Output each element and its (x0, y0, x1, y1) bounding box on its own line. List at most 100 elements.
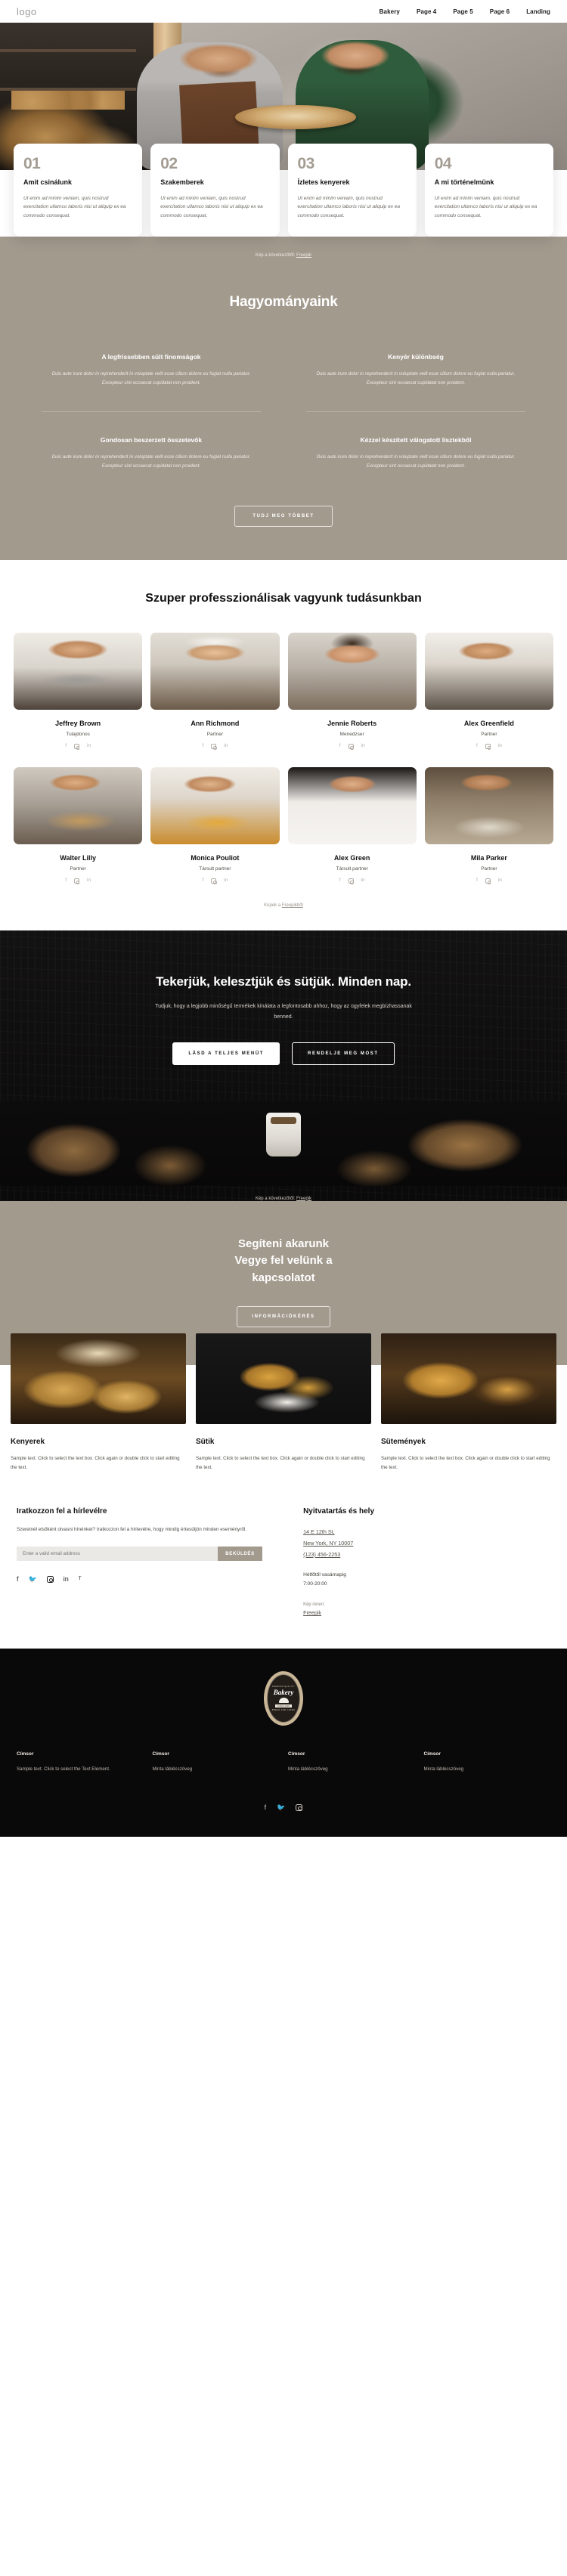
nav-item-page-5[interactable]: Page 5 (453, 8, 472, 15)
badge-brand-name: Bakery (273, 1689, 294, 1697)
team-member-role: Tulajdonos (66, 732, 90, 738)
team-member-social: f in (150, 744, 279, 750)
instagram-icon[interactable] (485, 878, 491, 884)
learn-more-button[interactable]: TUDJ MEG TÖBBET (234, 506, 333, 528)
nav-item-bakery[interactable]: Bakery (380, 8, 400, 15)
team-member[interactable]: Ann Richmond Partner f in (150, 633, 280, 750)
twitter-icon[interactable]: 🐦 (277, 1804, 285, 1811)
hours-block: Nyitvatartás és hely 14 E 12th St, New Y… (303, 1507, 550, 1619)
address-line-2[interactable]: New York, NY 10007 (303, 1537, 550, 1549)
view-menu-button[interactable]: LÁSD A TELJES MENÜT (172, 1042, 280, 1065)
linkedin-icon[interactable]: in (498, 744, 502, 749)
subscribe-button[interactable]: BEKÜLDÉS (218, 1547, 262, 1562)
team-title: Szuper professzionálisak vagyunk tudásun… (145, 592, 422, 605)
coffee-cup (266, 1113, 301, 1157)
phone-number[interactable]: (123) 456-2253 (303, 1549, 550, 1560)
facebook-icon[interactable]: f (65, 878, 67, 884)
footer-column-heading: Címsor (423, 1751, 441, 1757)
tradition-desc: Duis aute irure dolor in reprehenderit i… (316, 371, 516, 386)
team-member-social: f in (14, 744, 142, 750)
footer-column-heading: Címsor (152, 1751, 169, 1757)
feature-card-title: Ízletes kenyerek (297, 178, 350, 186)
product-image (11, 1333, 186, 1425)
feature-card[interactable]: 04 A mi történelmünk Ut enim ad minim ve… (424, 144, 553, 237)
team-member[interactable]: Walter Lilly Partner f in (14, 767, 143, 884)
team-member[interactable]: Alex Green Társult partner f in (287, 767, 417, 884)
traditions-section: Kép a következőtől: Freepik Hagyományain… (0, 236, 567, 561)
hours-title: Nyitvatartás és hely (303, 1506, 375, 1516)
team-member-photo (424, 767, 553, 845)
linkedin-icon[interactable]: in (87, 878, 91, 884)
facebook-icon[interactable]: f (339, 878, 341, 884)
feature-card[interactable]: 03 Ízletes kenyerek Ut enim ad minim ven… (287, 144, 417, 237)
traditions-title: Hagyományaink (229, 293, 338, 310)
facebook-icon[interactable]: f (339, 744, 341, 749)
footer-social: f 🐦 (0, 1804, 567, 1811)
instagram-icon[interactable] (74, 744, 80, 750)
image-credit-label: Kép a következőtől: (255, 252, 296, 258)
instagram-icon[interactable] (296, 1804, 303, 1811)
nav-item-landing[interactable]: Landing (526, 8, 550, 15)
team-image-credit-link[interactable]: Freepikből (282, 903, 303, 908)
team-member-name: Jennie Roberts (327, 720, 377, 728)
team-member[interactable]: Jennie Roberts Menedzser f in (287, 633, 417, 750)
team-member[interactable]: Jeffrey Brown Tulajdonos f in (14, 633, 143, 750)
instagram-icon[interactable] (211, 878, 217, 884)
pinterest-icon[interactable]: ᵀ (79, 1576, 82, 1583)
nav-item-page-6[interactable]: Page 6 (490, 8, 510, 15)
instagram-icon[interactable] (348, 744, 354, 750)
image-credit-link[interactable]: Freepik (296, 253, 311, 258)
team-member[interactable]: Alex Greenfield Partner f in (424, 633, 553, 750)
footer-column-text: Minta láblécszöveg (288, 1766, 328, 1773)
product-desc: Sample text. Click to select the text bo… (11, 1456, 180, 1470)
team-member[interactable]: Monica Pouliot Társult partner f in (150, 767, 280, 884)
cta-image-credit: Kép a következőtől: Freepik (0, 1186, 567, 1201)
tradition-item: Kenyér különbség Duis aute irure dolor i… (306, 353, 525, 411)
linkedin-icon[interactable]: in (361, 878, 365, 884)
linkedin-icon[interactable]: in (498, 878, 502, 884)
facebook-icon[interactable]: f (265, 1804, 267, 1811)
site-logo[interactable]: logo (17, 6, 37, 17)
nav-item-page-4[interactable]: Page 4 (417, 8, 436, 15)
request-info-button[interactable]: INFORMÁCIÓKÉRÉS (237, 1306, 330, 1328)
twitter-icon[interactable]: 🐦 (29, 1576, 37, 1583)
product-card[interactable]: Kenyerek Sample text. Click to select th… (11, 1333, 186, 1472)
instagram-icon[interactable] (485, 744, 491, 750)
linkedin-icon[interactable]: in (361, 744, 365, 749)
linkedin-icon[interactable]: in (224, 744, 228, 749)
order-now-button[interactable]: RENDELJE MEG MOST (292, 1042, 395, 1065)
linkedin-icon[interactable]: in (87, 744, 91, 749)
hero-shelf-board-top (0, 49, 136, 53)
email-input[interactable] (17, 1547, 218, 1562)
team-member-photo (424, 633, 553, 711)
instagram-icon[interactable] (74, 878, 80, 884)
contact-title-line1: Segíteni akarunk (237, 1237, 330, 1250)
team-member-name: Monica Pouliot (191, 854, 240, 862)
facebook-icon[interactable]: f (202, 744, 203, 749)
facebook-icon[interactable]: f (202, 878, 203, 884)
instagram-icon[interactable] (46, 1576, 54, 1584)
bakery-badge-logo[interactable]: PREMIUM QUALITY Bakery SINCE 2008 BREAD … (264, 1671, 303, 1726)
facebook-icon[interactable]: f (17, 1576, 19, 1583)
cta-image-credit-link[interactable]: Freepik (296, 1197, 311, 1201)
team-member-name: Jeffrey Brown (55, 720, 101, 728)
linkedin-icon[interactable]: in (224, 878, 228, 884)
instagram-icon[interactable] (211, 744, 217, 750)
main-nav: Bakery Page 4 Page 5 Page 6 Landing (380, 8, 550, 15)
facebook-icon[interactable]: f (476, 744, 478, 749)
address-line-1[interactable]: 14 E 12th St, (303, 1526, 550, 1537)
product-card[interactable]: Sütemények Sample text. Click to select … (381, 1333, 556, 1472)
newsletter-social: f 🐦 in ᵀ (17, 1576, 284, 1584)
feature-card[interactable]: 02 Szakemberek Ut enim ad minim veniam, … (150, 144, 280, 237)
hours-image-credit-link[interactable]: Freepik (303, 1607, 550, 1618)
team-member-social: f in (288, 744, 417, 750)
team-member[interactable]: Mila Parker Partner f in (424, 767, 553, 884)
linkedin-icon[interactable]: in (64, 1576, 69, 1583)
product-title: Kenyerek (11, 1438, 45, 1447)
feature-card-title: Amit csinálunk (23, 178, 73, 186)
product-card[interactable]: Sütik Sample text. Click to select the t… (196, 1333, 371, 1472)
facebook-icon[interactable]: f (65, 744, 67, 749)
instagram-icon[interactable] (348, 878, 354, 884)
facebook-icon[interactable]: f (476, 878, 478, 884)
feature-card[interactable]: 01 Amit csinálunk Ut enim ad minim venia… (14, 144, 143, 237)
